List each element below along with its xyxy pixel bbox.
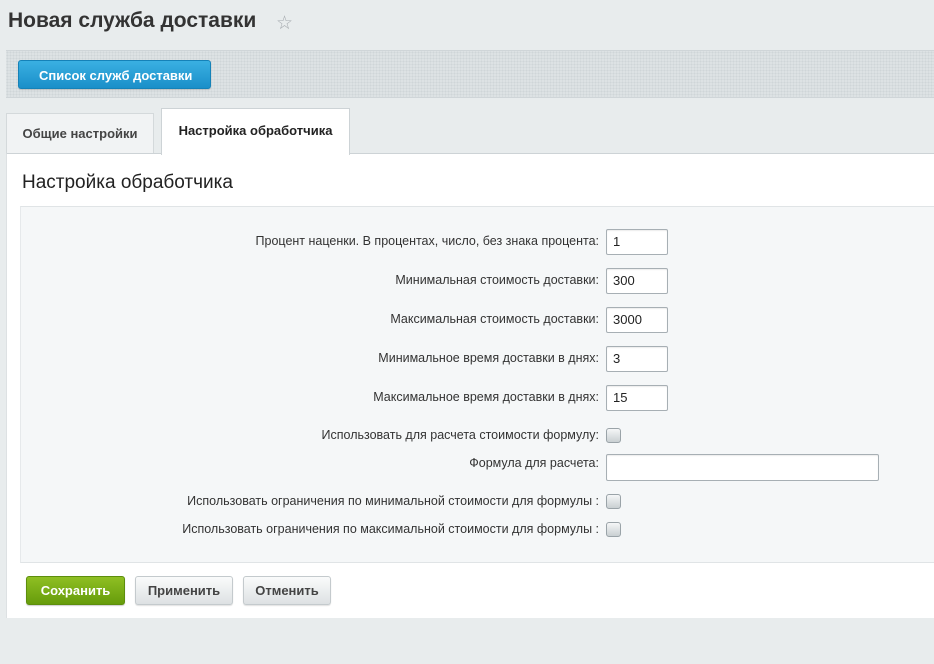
use-min-limit-checkbox[interactable] bbox=[606, 494, 621, 509]
use-min-limit-label: Использовать ограничения по минимальной … bbox=[187, 494, 599, 508]
tabs: Общие настройки Настройка обработчика bbox=[6, 108, 934, 155]
use-formula-checkbox[interactable] bbox=[606, 428, 621, 443]
max-cost-input[interactable]: 3000 bbox=[606, 307, 668, 333]
min-cost-input[interactable]: 300 bbox=[606, 268, 668, 294]
use-formula-label: Использовать для расчета стоимости форму… bbox=[321, 428, 599, 442]
form-footer: Сохранить Применить Отменить bbox=[7, 564, 934, 619]
delivery-services-list-button[interactable]: Список служб доставки bbox=[18, 60, 212, 89]
min-days-input[interactable]: 3 bbox=[606, 346, 668, 372]
tab-general-settings[interactable]: Общие настройки bbox=[6, 113, 154, 153]
toolbar: Список служб доставки bbox=[6, 50, 934, 98]
cancel-button[interactable]: Отменить bbox=[243, 576, 331, 605]
use-max-limit-label: Использовать ограничения по максимальной… bbox=[182, 522, 599, 536]
markup-percent-label: Процент наценки. В процентах, число, без… bbox=[255, 234, 599, 248]
panel-title: Настройка обработчика bbox=[22, 172, 233, 193]
save-button[interactable]: Сохранить bbox=[26, 576, 125, 605]
handler-form: Процент наценки. В процентах, число, без… bbox=[20, 206, 934, 563]
page-header: Новая служба доставки ☆ bbox=[0, 0, 934, 48]
apply-button[interactable]: Применить bbox=[135, 576, 233, 605]
formula-label: Формула для расчета: bbox=[469, 456, 599, 470]
formula-input[interactable] bbox=[606, 454, 879, 481]
page-title: Новая служба доставки bbox=[8, 9, 257, 32]
min-cost-label: Минимальная стоимость доставки: bbox=[395, 273, 599, 287]
back-button-label: Список служб доставки bbox=[39, 68, 193, 83]
markup-percent-input[interactable]: 1 bbox=[606, 229, 668, 255]
max-days-input[interactable]: 15 bbox=[606, 385, 668, 411]
min-days-label: Минимальное время доставки в днях: bbox=[378, 351, 599, 365]
tab-handler-settings[interactable]: Настройка обработчика bbox=[161, 108, 350, 155]
use-max-limit-checkbox[interactable] bbox=[606, 522, 621, 537]
max-cost-label: Максимальная стоимость доставки: bbox=[390, 312, 599, 326]
settings-panel: Настройка обработчика Процент наценки. В… bbox=[6, 153, 934, 618]
star-icon[interactable]: ☆ bbox=[276, 12, 293, 35]
max-days-label: Максимальное время доставки в днях: bbox=[373, 390, 599, 404]
